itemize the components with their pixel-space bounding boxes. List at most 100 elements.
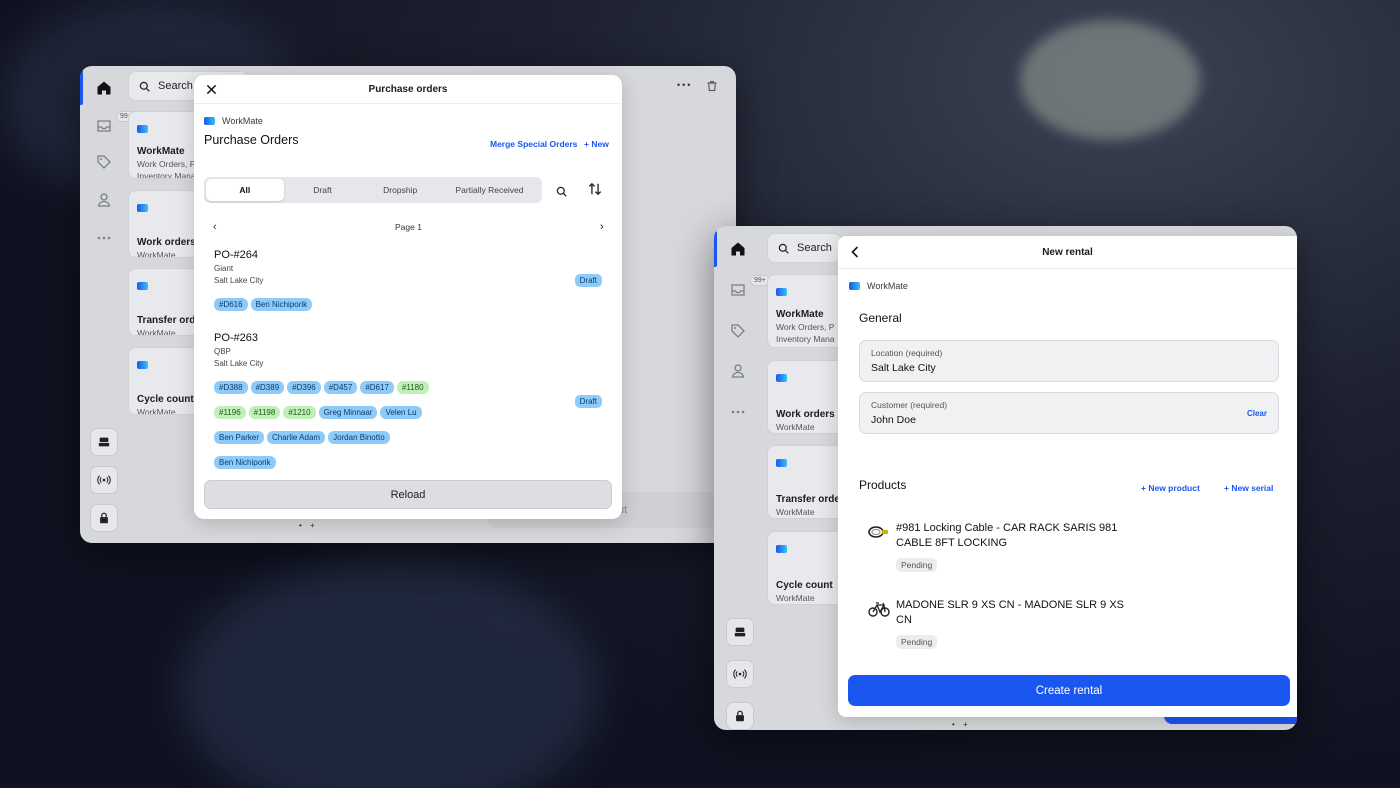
order-tag: #1210 [283,406,316,419]
toolbar-more-icon[interactable]: ••• [677,80,692,90]
next-page-icon[interactable]: › [600,221,604,233]
order-tag: #1198 [248,406,281,419]
card-subtitle: Inventory Mana [776,334,835,344]
order-tag: #1196 [214,406,246,419]
tab-partially-received[interactable]: Partially Received [439,179,540,201]
app-name: WorkMate [222,116,263,126]
rail-active-indicator [80,69,83,105]
order-tag: #D396 [287,381,321,394]
lock-button[interactable] [90,504,118,532]
order-tag: Velen Lu [380,406,422,419]
status-filter-tabs: All Draft Dropship Partially Received [204,177,542,203]
merge-special-orders-link[interactable]: Merge Special Orders [490,139,577,149]
new-product-link[interactable]: + New product [1141,483,1200,493]
broadcast-button[interactable] [726,660,754,688]
card-title: WorkMate [776,309,824,320]
trash-icon[interactable] [706,79,718,97]
workmate-logo-icon [776,374,787,382]
app-card-cycle-count[interactable]: Cycle count WorkMate [767,531,847,605]
customer-field[interactable]: Customer (required) John Doe Clear [859,392,1279,434]
tag-icon[interactable] [728,321,748,341]
workmate-logo-icon [849,282,860,290]
search-bar[interactable]: Search [767,233,842,263]
purchase-order-item[interactable]: PO-#263 QBP Salt Lake City Draft #D388 #D… [214,332,602,469]
product-item[interactable]: #981 Locking Cable - CAR RACK SARIS 981 … [868,521,1138,572]
page-title: Purchase Orders [204,133,299,147]
app-card-workmate[interactable]: WorkMate Work Orders, P Inventory Mana [767,274,847,348]
lock-button[interactable] [726,702,754,730]
product-name: #981 Locking Cable - CAR RACK SARIS 981 … [896,522,1118,549]
po-location: Salt Lake City [214,276,264,285]
left-app-window: 99+ Search WorkMate Work Orders, P Inven… [80,66,736,543]
search-icon [139,81,150,92]
card-title: Transfer orde [776,494,840,505]
order-tag: Greg Minnaar [318,406,378,419]
card-subtitle: WorkMate [776,422,815,432]
register-button[interactable] [90,428,118,456]
order-tag: #D616 [214,298,248,311]
status-badge: Draft [574,274,602,287]
order-tag: #D617 [360,381,394,394]
inbox-icon[interactable]: 99+ [728,275,770,300]
location-field[interactable]: Location (required) Salt Lake City [859,340,1279,382]
bicycle-icon [868,600,890,623]
product-item[interactable]: MADONE SLR 9 XS CN - MADONE SLR 9 XS CN … [868,598,1138,649]
person-icon[interactable] [94,190,114,210]
tag-icon[interactable] [94,152,114,172]
modal-title: Purchase orders [368,83,448,95]
register-button[interactable] [726,618,754,646]
person-icon[interactable] [728,361,748,381]
product-status: Pending [896,635,938,649]
page-indicator: • + [952,720,971,729]
po-vendor: QBP [214,347,231,356]
tab-dropship[interactable]: Dropship [361,179,439,201]
app-name: WorkMate [867,281,908,291]
prev-page-icon[interactable]: ‹ [213,221,217,233]
customer-label: Customer (required) [871,400,948,410]
po-number: PO-#264 [214,249,259,261]
new-order-link[interactable]: + New [584,139,609,149]
order-tag: Ben Nichiporik [250,298,313,311]
section-title-products: Products [859,478,907,492]
page-indicator: • + [299,521,318,530]
po-number: PO-#263 [214,332,259,344]
section-title-general: General [859,311,902,325]
tag-row: Ben Parker Charlie Adam Jordan Binotto [214,427,393,445]
tag-row: #D388 #D389 #D396 #D457 #D617 #1180 [214,377,432,395]
app-attribution: WorkMate [204,116,263,126]
location-label: Location (required) [871,348,943,358]
more-icon[interactable] [94,228,114,248]
workmate-logo-icon [776,545,787,553]
reload-button[interactable]: Reload [204,480,612,509]
app-card-work-orders[interactable]: Work orders WorkMate [767,360,847,434]
order-tag: Jordan Binotto [328,431,390,444]
modal-title: New rental [1042,246,1093,258]
inbox-icon[interactable]: 99+ [94,111,136,136]
left-rail: 99+ [80,66,136,543]
close-icon[interactable] [204,82,218,96]
order-tag: #D388 [214,381,248,394]
card-subtitle: WorkMate [776,507,815,517]
search-icon[interactable] [556,184,567,202]
workmate-logo-icon [137,282,148,290]
home-icon[interactable] [728,239,748,259]
more-icon[interactable] [728,402,748,422]
purchase-order-item[interactable]: PO-#264 Giant Salt Lake City Draft #D616… [214,249,602,311]
broadcast-button[interactable] [90,466,118,494]
card-title: Work orders [776,409,835,420]
order-tag: #D389 [250,381,285,394]
order-tag: Ben Parker [214,431,265,444]
tab-draft[interactable]: Draft [284,179,362,201]
app-card-transfer-orders[interactable]: Transfer orde WorkMate [767,445,847,519]
workmate-logo-icon [137,125,148,133]
new-serial-link[interactable]: + New serial [1224,483,1273,493]
sort-icon[interactable] [588,182,602,201]
tab-all[interactable]: All [206,179,284,201]
home-icon[interactable] [94,78,114,98]
clear-customer-button[interactable]: Clear [1247,409,1267,418]
create-rental-button[interactable]: Create rental [848,675,1290,706]
back-icon[interactable] [848,245,862,259]
status-badge: Draft [574,395,602,408]
order-tag: #D457 [323,381,358,394]
right-app-window: 99+ Search WorkMate Work Orders, P Inven… [714,226,1297,730]
